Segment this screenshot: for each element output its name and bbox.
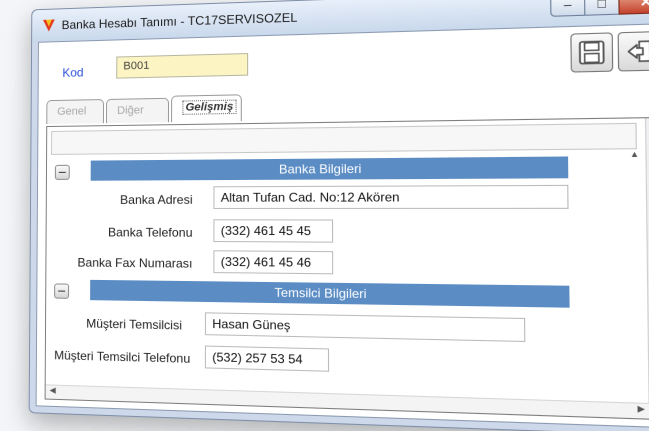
bank-address-label: Banka Adresi — [120, 192, 193, 207]
collapse-bank-icon[interactable] — [54, 164, 70, 180]
rep-phone-label: Müşteri Temsilci Telefonu — [54, 348, 191, 366]
minimize-icon: – — [563, 0, 572, 13]
rep-name-label: Müşteri Temsilcisi — [86, 316, 183, 333]
client-area: Kod B001 Genel Diğer Gelişmiş Banka Bilg… — [35, 22, 649, 429]
scroll-right-icon[interactable]: ▶ — [637, 404, 645, 414]
bank-section-header: Banka Bilgileri — [90, 156, 569, 181]
kod-input[interactable]: B001 — [116, 53, 249, 79]
kod-label: Kod — [62, 65, 84, 80]
inner-scroll-up-icon[interactable]: ▲ — [627, 149, 642, 165]
save-button[interactable] — [570, 32, 614, 73]
collapse-rep-icon[interactable] — [54, 283, 70, 299]
tab-diger[interactable]: Diğer — [105, 97, 170, 124]
exit-button[interactable] — [617, 30, 649, 72]
bank-fax-field[interactable]: (332) 461 45 46 — [213, 250, 334, 275]
bank-phone-label: Banka Telefonu — [107, 225, 193, 240]
floppy-disk-icon — [579, 40, 605, 65]
app-logo-icon — [42, 18, 56, 32]
tab-gelismis-label: Gelişmiş — [182, 99, 237, 115]
exit-door-icon — [626, 39, 649, 64]
tab-genel[interactable]: Genel — [46, 99, 105, 125]
application-window: Banka Hesabı Tanımı - TC17SERVISOZEL – □… — [28, 0, 649, 431]
bank-fax-label: Banka Fax Numarası — [77, 255, 193, 271]
maximize-button[interactable]: □ — [584, 0, 620, 16]
window-title: Banka Hesabı Tanımı - TC17SERVISOZEL — [61, 10, 298, 33]
tab-gelismis[interactable]: Gelişmiş — [171, 94, 242, 123]
tab-panel: Banka Bilgileri Banka Adresi Altan Tufan… — [44, 116, 649, 421]
rep-phone-field[interactable]: (532) 257 53 54 — [204, 345, 330, 372]
rep-name-field[interactable]: Hasan Güneş — [204, 312, 526, 343]
close-button[interactable]: ✕ — [618, 0, 649, 15]
vertical-scrollbar[interactable]: ▲ ▼ — [644, 117, 649, 420]
maximize-icon: □ — [597, 0, 607, 12]
minimize-button[interactable]: – — [550, 0, 586, 17]
scroll-left-icon[interactable]: ◀ — [50, 385, 56, 394]
rep-section-header: Temsilci Bilgileri — [90, 279, 570, 308]
close-icon: ✕ — [639, 0, 649, 10]
bank-phone-field[interactable]: (332) 461 45 45 — [213, 219, 334, 243]
bank-address-field[interactable]: Altan Tufan Cad. No:12 Akören — [213, 184, 569, 209]
details-area: Banka Bilgileri Banka Adresi Altan Tufan… — [50, 149, 645, 403]
